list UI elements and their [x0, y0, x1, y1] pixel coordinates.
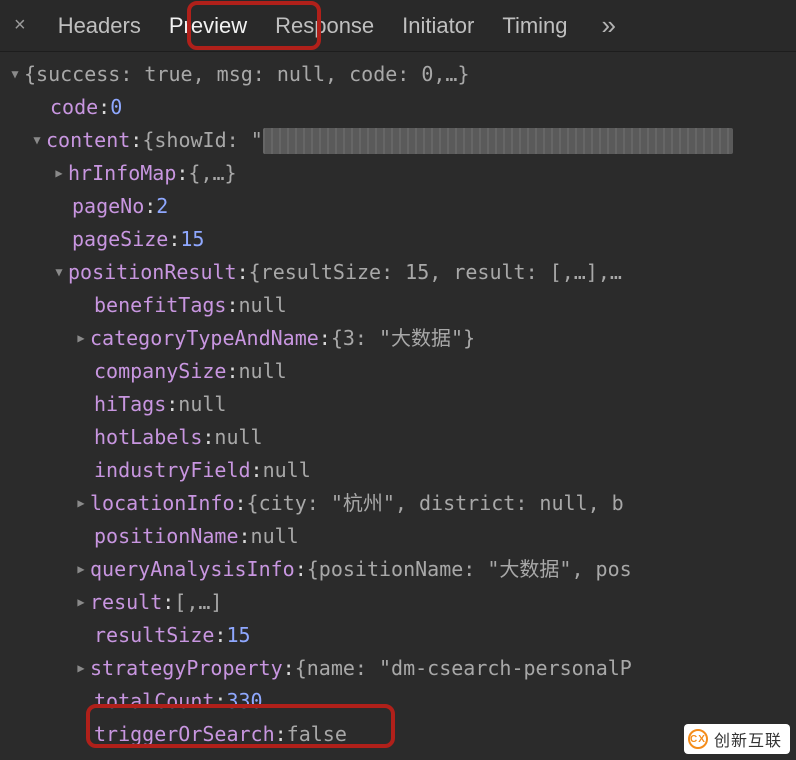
prop-hotlabels[interactable]: hotLabels: null — [6, 421, 792, 454]
root-preview-text: {success: true, msg: null, code: 0,…} — [24, 58, 470, 91]
prop-pageno[interactable]: pageNo: 2 — [6, 190, 792, 223]
key-label: positionName — [94, 520, 239, 553]
prop-categorytypeandname[interactable]: ▶ categoryTypeAndName: {3: "大数据"} — [6, 322, 792, 355]
key-label: strategyProperty — [90, 652, 283, 685]
json-preview-tree: ▼ {success: true, msg: null, code: 0,…} … — [0, 52, 796, 751]
key-label: content — [46, 124, 130, 157]
key-label: result — [90, 586, 162, 619]
value-number: 2 — [156, 190, 168, 223]
watermark-badge: CX 创新互联 — [684, 724, 790, 754]
overflow-icon[interactable]: » — [596, 10, 622, 41]
toggle-icon[interactable]: ▶ — [72, 586, 90, 619]
watermark-logo-icon: CX — [688, 729, 708, 749]
prop-companysize[interactable]: companySize: null — [6, 355, 792, 388]
toggle-icon[interactable]: ▼ — [6, 58, 24, 91]
preview-text: {positionName: "大数据", pos — [307, 553, 632, 586]
value-number: 330 — [226, 685, 262, 718]
value-null: null — [239, 289, 287, 322]
value-null: null — [251, 520, 299, 553]
devtools-tabbar: × Headers Preview Response Initiator Tim… — [0, 0, 796, 52]
key-label: industryField — [94, 454, 251, 487]
prop-positionname[interactable]: positionName: null — [6, 520, 792, 553]
key-label: hrInfoMap — [68, 157, 176, 190]
tree-root[interactable]: ▼ {success: true, msg: null, code: 0,…} — [6, 58, 792, 91]
prop-strategyproperty[interactable]: ▶ strategyProperty: {name: "dm-csearch-p… — [6, 652, 792, 685]
key-label: companySize — [94, 355, 226, 388]
key-label: triggerOrSearch — [94, 718, 275, 751]
prop-hrinfomap[interactable]: ▶ hrInfoMap: {,…} — [6, 157, 792, 190]
key-label: resultSize — [94, 619, 214, 652]
key-label: code — [50, 91, 98, 124]
key-label: positionResult — [68, 256, 237, 289]
toggle-icon[interactable]: ▶ — [50, 157, 68, 190]
prop-industryfield[interactable]: industryField: null — [6, 454, 792, 487]
preview-text: {showId: " — [142, 124, 262, 157]
value-null: null — [214, 421, 262, 454]
value-null: null — [178, 388, 226, 421]
toggle-icon[interactable]: ▼ — [50, 256, 68, 289]
key-label: hiTags — [94, 388, 166, 421]
prop-pagesize[interactable]: pageSize: 15 — [6, 223, 792, 256]
tab-response[interactable]: Response — [275, 13, 374, 39]
value-number: 15 — [180, 223, 204, 256]
preview-text: [,…] — [174, 586, 222, 619]
prop-benefittags[interactable]: benefitTags: null — [6, 289, 792, 322]
value-number: 15 — [226, 619, 250, 652]
key-label: benefitTags — [94, 289, 226, 322]
preview-text: {resultSize: 15, result: [,…],… — [249, 256, 622, 289]
watermark-text: 创新互联 — [714, 727, 782, 751]
prop-totalcount[interactable]: totalCount: 330 — [6, 685, 792, 718]
redacted-value — [263, 128, 733, 154]
key-label: locationInfo — [90, 487, 235, 520]
prop-queryanalysisinfo[interactable]: ▶ queryAnalysisInfo: {positionName: "大数据… — [6, 553, 792, 586]
preview-text: {city: "杭州", district: null, b — [247, 487, 624, 520]
toggle-icon[interactable]: ▼ — [28, 124, 46, 157]
prop-result[interactable]: ▶ result: [,…] — [6, 586, 792, 619]
preview-text: {,…} — [188, 157, 236, 190]
key-label: categoryTypeAndName — [90, 322, 319, 355]
preview-text: {name: "dm-csearch-personalP — [295, 652, 632, 685]
key-label: pageSize — [72, 223, 168, 256]
prop-content[interactable]: ▼ content: {showId: " — [6, 124, 792, 157]
close-icon[interactable]: × — [10, 14, 30, 37]
tab-preview[interactable]: Preview — [169, 13, 247, 39]
prop-triggerorsearch[interactable]: triggerOrSearch: false — [6, 718, 792, 751]
toggle-icon[interactable]: ▶ — [72, 553, 90, 586]
prop-hitags[interactable]: hiTags: null — [6, 388, 792, 421]
toggle-icon[interactable]: ▶ — [72, 322, 90, 355]
preview-text: {3: "大数据"} — [331, 322, 475, 355]
tab-headers[interactable]: Headers — [58, 13, 141, 39]
toggle-icon[interactable]: ▶ — [72, 487, 90, 520]
value-null: null — [239, 355, 287, 388]
key-label: hotLabels — [94, 421, 202, 454]
prop-resultsize[interactable]: resultSize: 15 — [6, 619, 792, 652]
key-label: pageNo — [72, 190, 144, 223]
tab-initiator[interactable]: Initiator — [402, 13, 474, 39]
value-null: null — [263, 454, 311, 487]
value-boolean: false — [287, 718, 347, 751]
prop-code[interactable]: code: 0 — [6, 91, 792, 124]
key-label: queryAnalysisInfo — [90, 553, 295, 586]
tab-timing[interactable]: Timing — [502, 13, 567, 39]
prop-positionresult[interactable]: ▼ positionResult: {resultSize: 15, resul… — [6, 256, 792, 289]
key-label: totalCount — [94, 685, 214, 718]
value-number: 0 — [110, 91, 122, 124]
toggle-icon[interactable]: ▶ — [72, 652, 90, 685]
prop-locationinfo[interactable]: ▶ locationInfo: {city: "杭州", district: n… — [6, 487, 792, 520]
